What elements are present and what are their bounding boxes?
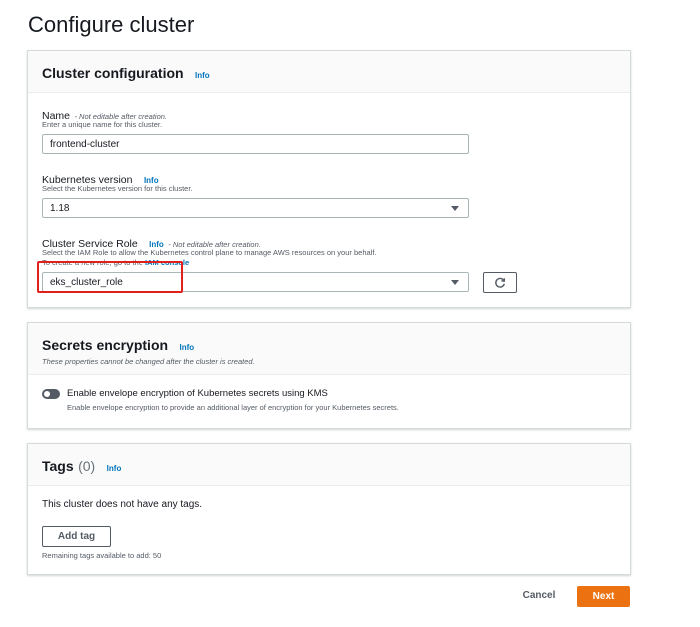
kms-encryption-toggle[interactable] (42, 389, 60, 399)
add-tag-button[interactable]: Add tag (42, 526, 111, 547)
secrets-encryption-panel: Secrets encryption Info These properties… (27, 322, 631, 429)
remaining-tags-text: Remaining tags available to add: 50 (42, 551, 162, 560)
caret-down-icon (451, 206, 459, 211)
secrets-encryption-subtitle: These properties cannot be changed after… (42, 357, 255, 366)
cluster-configuration-title: Cluster configuration (42, 65, 184, 81)
cancel-button[interactable]: Cancel (511, 590, 567, 601)
tags-empty-text: This cluster does not have any tags. (42, 499, 203, 510)
kms-encryption-toggle-description: Enable envelope encryption to provide an… (67, 403, 399, 412)
tags-header: Tags (0) Info (28, 444, 630, 486)
next-button[interactable]: Next (577, 586, 630, 607)
kubernetes-version-select[interactable]: 1.18 (42, 198, 469, 218)
tags-count: (0) (78, 458, 96, 474)
tags-panel: Tags (0) Info This cluster does not have… (27, 443, 631, 575)
name-description: Enter a unique name for this cluster. (42, 120, 163, 129)
secrets-encryption-info-link[interactable]: Info (180, 343, 195, 352)
kubernetes-version-description: Select the Kubernetes version for this c… (42, 184, 193, 193)
highlight-annotation-box (37, 261, 183, 293)
page-title: Configure cluster (28, 12, 195, 37)
refresh-icon (495, 277, 506, 288)
cluster-configuration-panel: Cluster configuration Info Name - Not ed… (27, 50, 631, 308)
kms-encryption-toggle-label: Enable envelope encryption of Kubernetes… (67, 388, 328, 399)
cluster-configuration-info-link[interactable]: Info (195, 71, 210, 80)
caret-down-icon (451, 280, 459, 285)
refresh-roles-button[interactable] (483, 272, 517, 293)
kubernetes-version-value: 1.18 (50, 203, 70, 214)
cluster-service-role-description: Select the IAM Role to allow the Kuberne… (42, 248, 377, 257)
secrets-encryption-header: Secrets encryption Info These properties… (28, 323, 630, 375)
cluster-name-input[interactable]: frontend-cluster (42, 134, 469, 154)
tags-title: Tags (42, 458, 74, 474)
toggle-knob (44, 391, 50, 397)
tags-info-link[interactable]: Info (107, 464, 122, 473)
secrets-encryption-title: Secrets encryption (42, 337, 169, 353)
cluster-configuration-header: Cluster configuration Info (28, 51, 630, 93)
